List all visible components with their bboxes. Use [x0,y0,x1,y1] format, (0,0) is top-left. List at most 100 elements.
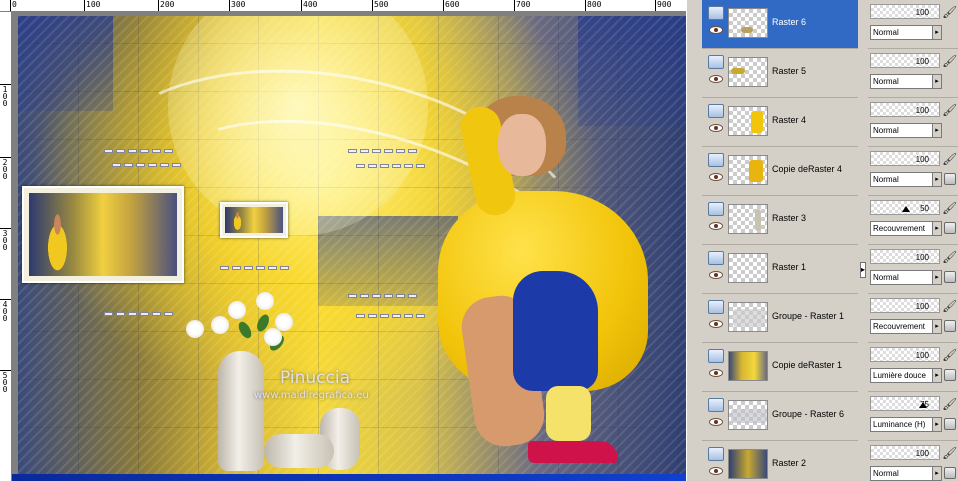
layer-name: Groupe - Raster 6 [772,409,845,419]
layer-row[interactable]: Raster 6 [702,0,858,49]
opacity-slider[interactable]: 100 [870,102,940,117]
layer-thumbnail [728,204,768,234]
layer-row[interactable]: Raster 2 [702,441,858,481]
layer-props: 100 🖌 Normal ▸ [868,0,958,49]
lock-icon[interactable] [944,271,956,283]
blend-mode-select[interactable]: Normal ▸ [870,74,942,89]
paintbrush-icon[interactable]: 🖌 [942,446,957,460]
layer-name: Groupe - Raster 1 [772,311,845,321]
layer-row[interactable]: Raster 5 [702,49,858,98]
layer-props: 100 🖌 Normal ▸ [868,98,958,147]
image-canvas[interactable]: Pinuccia www.maidiregrafica.eu [12,12,686,481]
layer-name: Copie deRaster 1 [772,360,843,370]
layer-row[interactable]: Raster 3 [702,196,858,245]
layers-palette: Raster 6 Raster 5 Raster 4 Copie deRaste… [702,0,958,481]
paintbrush-icon[interactable]: 🖌 [942,348,957,362]
paintbrush-icon[interactable]: 🖌 [942,54,957,68]
raster-layer-icon [708,153,724,167]
raster-layer-icon [708,251,724,265]
ruler-label-700: 700 [516,0,531,9]
ruler-label-200: 200 [160,0,175,9]
lock-icon[interactable] [944,320,956,332]
blend-mode-select[interactable]: Normal ▸ [870,25,942,40]
decor-dots [104,149,173,153]
lock-icon[interactable] [944,222,956,234]
eye-icon[interactable] [709,75,723,83]
layer-name: Copie deRaster 4 [772,164,843,174]
layer-row[interactable]: Copie deRaster 4 [702,147,858,196]
eye-icon[interactable] [709,222,723,230]
lock-icon[interactable] [944,369,956,381]
lock-icon[interactable] [944,418,956,430]
opacity-slider[interactable]: 100 [870,249,940,264]
eye-icon[interactable] [709,369,723,377]
eye-icon[interactable] [709,271,723,279]
opacity-slider[interactable]: 100 [870,151,940,166]
layer-row[interactable]: Groupe - Raster 1 [702,294,858,343]
watermark-name: Pinuccia [280,368,350,388]
composition-artwork[interactable]: Pinuccia www.maidiregrafica.eu [18,16,686,476]
raster-layer-icon [708,6,724,20]
vruler-label-200: 2 0 0 [2,158,8,181]
opacity-slider[interactable]: 100 [870,347,940,362]
eye-icon[interactable] [709,320,723,328]
lock-icon[interactable] [944,467,956,479]
blend-mode-select[interactable]: Normal ▸ [870,172,942,187]
decor-dots [220,266,289,270]
paintbrush-icon[interactable]: 🖌 [942,152,957,166]
layer-thumbnail [728,400,768,430]
layer-props: 50 🖌 Recouvrement ▸ [868,196,958,245]
raster-layer-icon [708,300,724,314]
ruler-label-600: 600 [445,0,460,9]
eye-icon[interactable] [709,418,723,426]
layer-row[interactable]: Groupe - Raster 6 [702,392,858,441]
layer-name: Raster 4 [772,115,807,125]
paintbrush-icon[interactable]: 🖌 [942,5,957,19]
layer-properties-column: 100 🖌 Normal ▸ 100 🖌 Normal ▸ 100 🖌 Normal… [868,0,958,481]
ruler-label-100: 100 [86,0,101,9]
ruler-label-900: 900 [657,0,672,9]
opacity-slider[interactable]: 75 [870,396,940,411]
opacity-slider[interactable]: 100 [870,53,940,68]
paintbrush-icon[interactable]: 🖌 [942,299,957,313]
ruler-label-0: 0 [12,0,17,9]
paintbrush-icon[interactable]: 🖌 [942,201,957,215]
opacity-slider[interactable]: 100 [870,298,940,313]
paintbrush-icon[interactable]: 🖌 [942,397,957,411]
blend-mode-select[interactable]: Recouvrement ▸ [870,319,942,334]
vruler-label-100: 1 0 0 [2,85,8,108]
eye-icon[interactable] [709,467,723,475]
layer-row[interactable]: Raster 4 [702,98,858,147]
layer-name: Raster 2 [772,458,807,468]
layer-name: Raster 5 [772,66,807,76]
opacity-slider[interactable]: 50 [870,200,940,215]
ruler-label-500: 500 [374,0,389,9]
blend-mode-select[interactable]: Luminance (H) ▸ [870,417,942,432]
paintbrush-icon[interactable]: 🖌 [942,250,957,264]
blend-mode-select[interactable]: Normal ▸ [870,270,942,285]
eye-icon[interactable] [709,173,723,181]
layer-props: 75 🖌 Luminance (H) ▸ [868,392,958,441]
layer-row[interactable]: Copie deRaster 1 [702,343,858,392]
blend-mode-select[interactable]: Recouvrement ▸ [870,221,942,236]
blend-mode-select[interactable]: Normal ▸ [870,123,942,138]
blend-mode-select[interactable]: Normal ▸ [870,466,942,481]
opacity-slider[interactable]: 100 [870,445,940,460]
layer-props: 100 🖌 Normal ▸ [868,147,958,196]
chevron-right-icon[interactable]: ▸ [860,262,866,278]
panel-splitter[interactable] [686,0,702,481]
layer-thumbnail [728,302,768,332]
layer-props: 100 🖌 Normal ▸ [868,49,958,98]
canvas-bottom-strip [12,474,686,481]
lock-icon[interactable] [944,173,956,185]
vruler-label-400: 4 0 0 [2,300,8,323]
layer-thumbnail [728,351,768,381]
paintbrush-icon[interactable]: 🖌 [942,103,957,117]
eye-icon[interactable] [709,124,723,132]
blend-mode-select[interactable]: Lumière douce ▸ [870,368,942,383]
raster-layer-icon [708,202,724,216]
opacity-slider[interactable]: 100 [870,4,940,19]
eye-icon[interactable] [709,26,723,34]
layer-row[interactable]: Raster 1 [702,245,858,294]
woman-figure [428,96,668,471]
